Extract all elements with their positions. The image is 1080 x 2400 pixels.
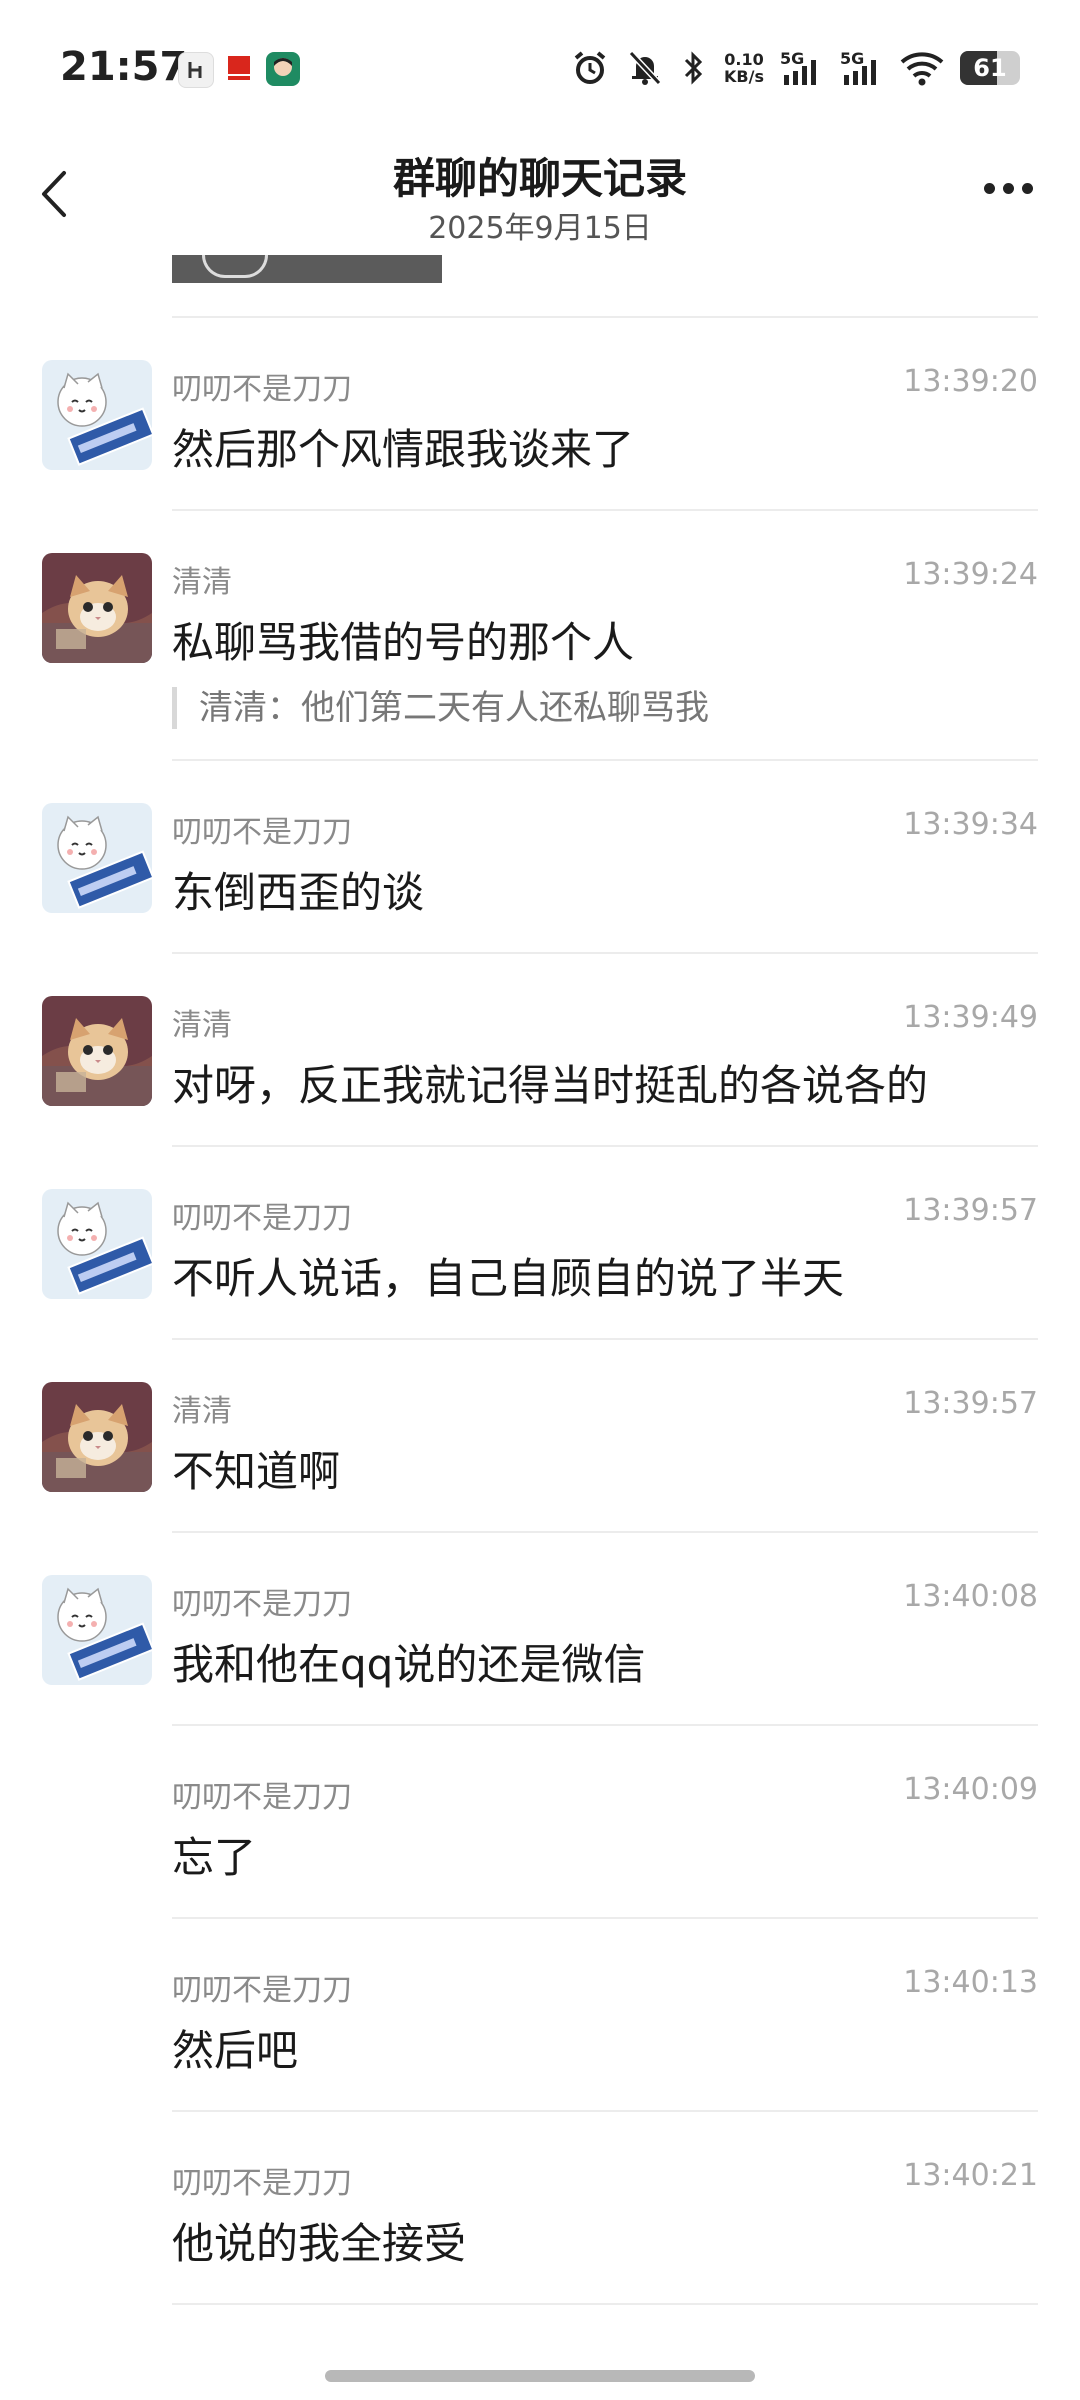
message-time: 13:39:57: [903, 1386, 1038, 1421]
sender-name: 叨叨不是刀刀: [172, 1201, 352, 1236]
message-text: 不听人说话，自己自顾自的说了半天: [172, 1254, 845, 1303]
message-item[interactable]: 清清 13:39:24 私聊骂我借的号的那个人清清：他们第二天有人还私聊骂我: [0, 511, 1080, 761]
sender-name: 清清: [172, 1394, 232, 1429]
signal-strength-1: 5G: [780, 49, 824, 87]
message-time: 13:39:20: [903, 364, 1038, 399]
message-text: 东倒西歪的谈: [172, 868, 425, 917]
signal-strength-2: 5G: [840, 49, 884, 87]
message-item[interactable]: 叨叨不是刀刀 13:40:09 忘了: [0, 1726, 1080, 1919]
cat-sign-avatar[interactable]: [42, 1575, 152, 1685]
message-text: 然后吧: [172, 2026, 299, 2075]
home-indicator[interactable]: [325, 2370, 755, 2382]
status-time: 21:57: [60, 44, 188, 90]
message-text: 对呀，反正我就记得当时挺乱的各说各的: [172, 1061, 929, 1110]
bluetooth-icon: [684, 51, 703, 85]
message-text: 然后那个风情跟我谈来了: [172, 425, 635, 474]
cat-sign-avatar[interactable]: [42, 803, 152, 913]
sender-name: 叨叨不是刀刀: [172, 372, 352, 407]
message-list: 叨叨不是刀刀 13:39:20 然后那个风情跟我谈来了 清清 13:39:24 私聊骂我…: [0, 318, 1080, 2305]
message-item[interactable]: 清清 13:39:57 不知道啊: [0, 1340, 1080, 1533]
sender-name: 叨叨不是刀刀: [172, 1780, 352, 1815]
more-dot-icon: [1022, 182, 1033, 194]
sender-name: 清清: [172, 565, 232, 600]
message-time: 13:39:57: [903, 1193, 1038, 1228]
character-app-notification-icon: [266, 52, 300, 86]
wifi-icon: [900, 52, 944, 86]
signal-bars-icon: [784, 60, 816, 85]
sender-name: 叨叨不是刀刀: [172, 815, 352, 850]
message-time: 13:40:09: [903, 1772, 1038, 1807]
message-time: 13:40:21: [903, 2158, 1038, 2193]
page-title: 群聊的聊天记录: [392, 154, 687, 203]
message-item[interactable]: 叨叨不是刀刀 13:40:13 然后吧: [0, 1919, 1080, 2112]
chat-date: 2025年9月15日: [428, 211, 652, 246]
message-item[interactable]: 叨叨不是刀刀 13:39:34 东倒西歪的谈: [0, 761, 1080, 954]
alarm-icon: [574, 51, 606, 84]
image-message-partial[interactable]: [172, 255, 442, 283]
signal-bars-icon: [844, 60, 876, 85]
kfc-notification-icon: [222, 52, 256, 86]
message-item[interactable]: 叨叨不是刀刀 13:40:08 我和他在qq说的还是微信: [0, 1533, 1080, 1726]
message-text: 私聊骂我借的号的那个人: [172, 618, 635, 667]
kitten-photo-avatar[interactable]: [42, 996, 152, 1106]
more-dot-icon: [1003, 182, 1014, 194]
message-text: 忘了: [172, 1833, 257, 1882]
cat-sign-avatar[interactable]: [42, 1189, 152, 1299]
sender-name: 叨叨不是刀刀: [172, 1587, 352, 1622]
message-item[interactable]: 叨叨不是刀刀 13:39:20 然后那个风情跟我谈来了: [0, 318, 1080, 511]
message-time: 13:40:08: [903, 1579, 1038, 1614]
message-time: 13:39:49: [903, 1000, 1038, 1035]
battery-indicator: 61: [960, 51, 1020, 85]
message-item[interactable]: 叨叨不是刀刀 13:40:21 他说的我全接受: [0, 2112, 1080, 2305]
status-indicators: 0.10 KB/s 5G 5G 61: [570, 45, 1020, 91]
divider: [172, 2303, 1038, 2305]
message-time: 13:39:24: [903, 557, 1038, 592]
quoted-message[interactable]: 清清：他们第二天有人还私聊骂我: [172, 687, 709, 729]
message-item[interactable]: 叨叨不是刀刀 13:39:57 不听人说话，自己自顾自的说了半天: [0, 1147, 1080, 1340]
kitten-photo-avatar[interactable]: [42, 1382, 152, 1492]
cat-sign-avatar[interactable]: [42, 360, 152, 470]
more-options-button[interactable]: [984, 173, 1044, 203]
message-text: 不知道啊: [172, 1447, 341, 1496]
more-dot-icon: [984, 182, 995, 194]
sender-name: 叨叨不是刀刀: [172, 1973, 352, 2008]
kitten-photo-avatar[interactable]: [42, 553, 152, 663]
app-notification-icon: [178, 52, 214, 88]
chat-history-header: 群聊的聊天记录 2025年9月15日: [0, 135, 1080, 255]
message-item[interactable]: 清清 13:39:49 对呀，反正我就记得当时挺乱的各说各的: [0, 954, 1080, 1147]
status-bar: 21:57 0.10 KB/s 5G 5G 61: [0, 0, 1080, 135]
sender-name: 清清: [172, 1008, 232, 1043]
message-text: 我和他在qq说的还是微信: [172, 1640, 646, 1689]
message-text: 他说的我全接受: [172, 2219, 467, 2268]
sender-name: 叨叨不是刀刀: [172, 2166, 352, 2201]
message-time: 13:40:13: [903, 1965, 1038, 2000]
message-time: 13:39:34: [903, 807, 1038, 842]
mute-bell-icon: [628, 50, 662, 86]
network-speed: 0.10 KB/s: [724, 50, 764, 86]
